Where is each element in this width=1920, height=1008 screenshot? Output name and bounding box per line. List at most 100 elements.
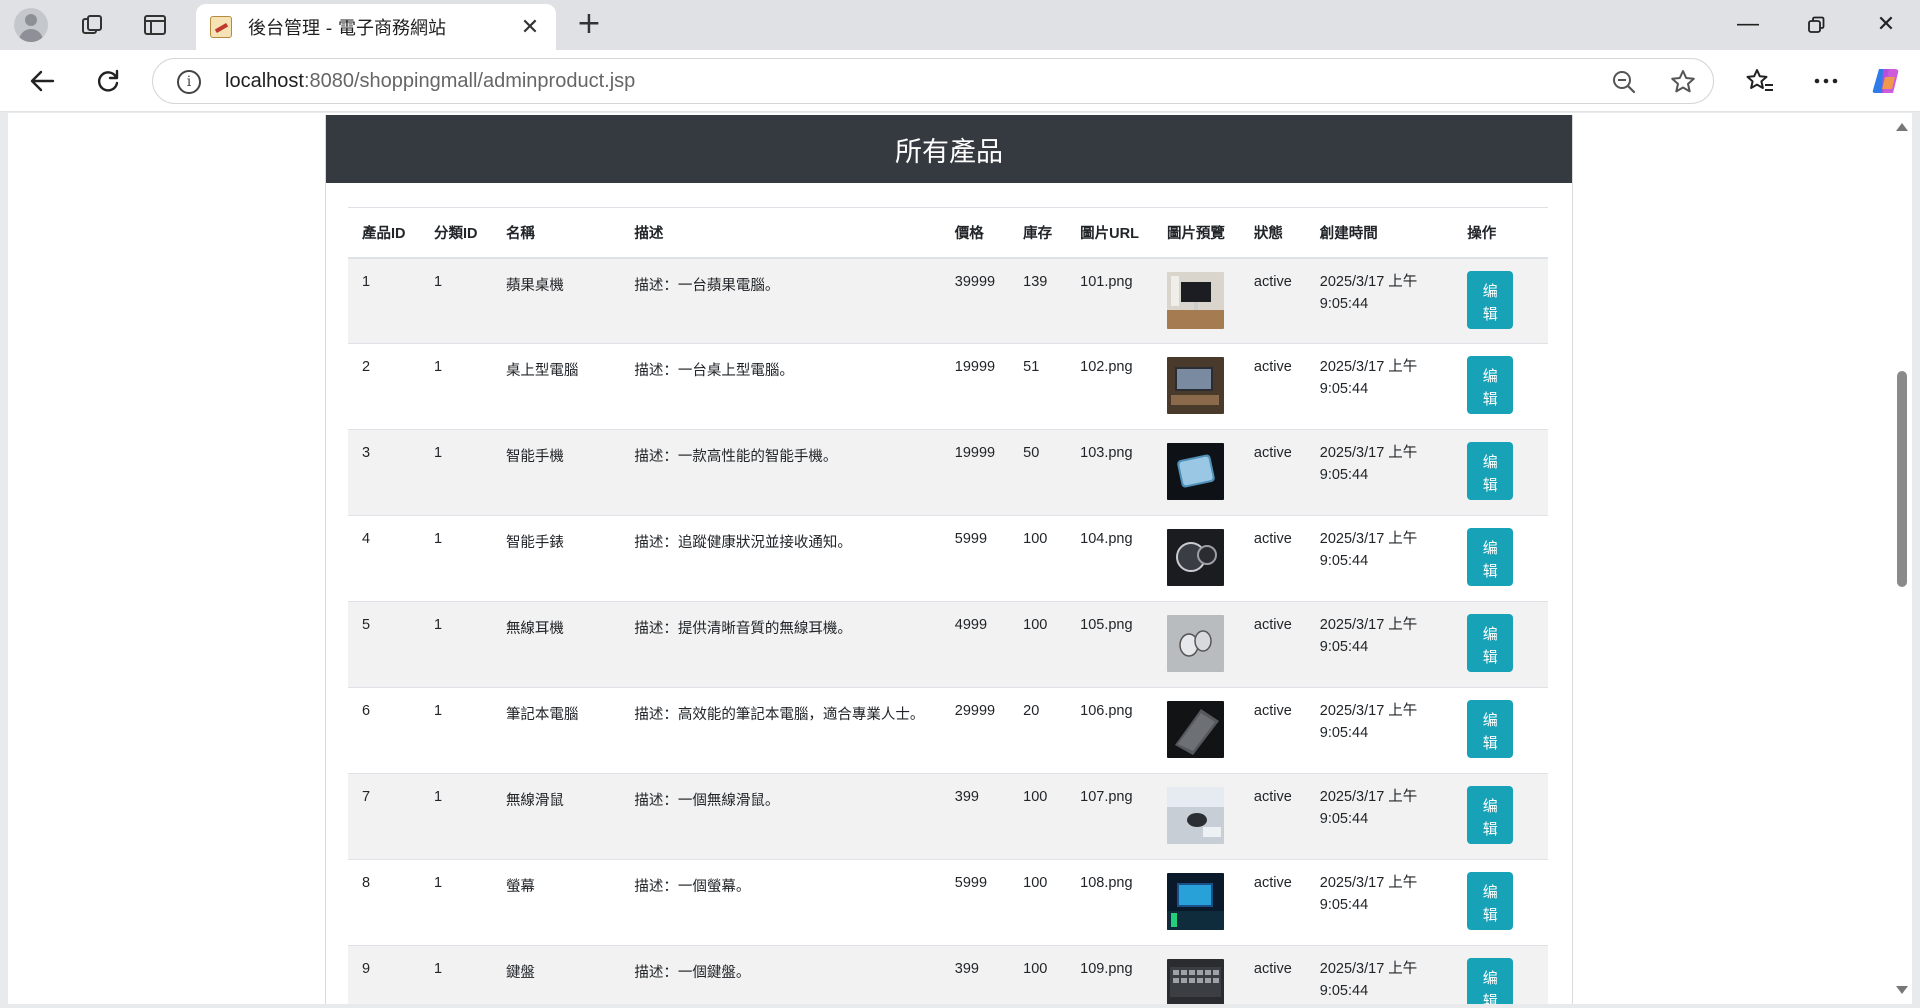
cell-name: 智能手機 [491,429,621,516]
created-clock-text: 9:05:44 [1319,381,1369,397]
back-icon[interactable] [22,62,62,100]
cell-image-preview [1152,687,1240,774]
edit-button[interactable]: 编辑 [1467,700,1514,758]
more-options-icon[interactable] [1806,62,1846,100]
zoom-out-icon[interactable] [1611,69,1637,99]
cell-status: active [1239,429,1306,516]
restore-icon[interactable] [1790,8,1842,42]
cell-actions: 编辑 [1453,945,1548,1004]
cell-actions: 编辑 [1453,515,1548,602]
favorite-star-icon[interactable] [1669,68,1697,100]
cell-product-id: 7 [348,773,420,860]
vertical-scrollbar[interactable] [1892,113,1912,1004]
scroll-up-arrow-icon[interactable] [1896,123,1908,131]
page-title: 所有產品 [326,115,1572,183]
tab-close-icon[interactable]: ✕ [518,15,542,40]
cell-price: 5999 [940,859,1010,946]
cell-stock: 100 [1009,859,1067,946]
cell-image-preview [1152,343,1240,430]
cell-name: 鍵盤 [491,945,621,1004]
product-image-thumbnail [1166,959,1224,1004]
reload-icon[interactable] [88,62,128,100]
cell-status: active [1239,859,1306,946]
cell-stock: 100 [1009,945,1067,1004]
cell-name: 蘋果桌機 [491,257,621,344]
table-row: 9 1 鍵盤 描述：一個鍵盤。 399 100 109.png active 2025/3/17… [348,945,1548,1004]
cell-created-time: 2025/3/17 上午 9:05:44 [1305,343,1454,430]
favorites-icon[interactable] [1740,62,1780,100]
active-tab[interactable]: 後台管理 - 電子商務網站 ✕ [196,4,556,50]
cell-description: 描述：一台蘋果電腦。 [620,257,941,344]
minimize-icon[interactable]: ― [1722,8,1774,42]
cell-stock: 20 [1009,687,1067,774]
product-table-body: 1 1 蘋果桌機 描述：一台蘋果電腦。 39999 139 101.png active 202… [348,257,1548,1004]
scrollbar-thumb[interactable] [1897,371,1907,587]
cell-created-time: 2025/3/17 上午 9:05:44 [1305,257,1454,344]
cell-image-preview [1152,859,1240,946]
table-header-row: 產品ID 分類ID 名稱 描述 價格 庫存 圖片URL 圖片預覽 狀態 創建時間… [348,207,1548,259]
copilot-icon[interactable] [1866,62,1906,100]
edit-button-label: 编辑 [1482,711,1498,752]
cell-created-time: 2025/3/17 上午 9:05:44 [1305,687,1454,774]
cell-image-url: 102.png [1066,343,1153,430]
close-window-icon[interactable]: ✕ [1860,8,1912,42]
product-image-thumbnail [1166,787,1224,844]
edit-button[interactable]: 编辑 [1467,442,1514,500]
edit-button[interactable]: 编辑 [1467,356,1514,414]
workspaces-icon[interactable] [74,7,112,43]
edit-button[interactable]: 编辑 [1467,958,1514,1004]
cell-name: 智能手錶 [491,515,621,602]
cell-description: 描述：一台桌上型電腦。 [620,343,941,430]
scroll-down-arrow-icon[interactable] [1896,986,1908,994]
vertical-tabs-icon[interactable] [136,7,174,43]
created-clock-text: 9:05:44 [1319,295,1369,312]
cell-price: 29999 [940,687,1010,774]
cell-image-url: 104.png [1066,515,1153,602]
header-image-preview: 圖片預覽 [1152,207,1240,259]
cell-category-id: 1 [419,257,492,344]
page-viewport: 所有產品 產品ID 分類ID 名稱 描述 價格 庫存 圖片URL 圖片預覽 狀態 [8,113,1892,1004]
edit-button[interactable]: 编辑 [1467,786,1514,844]
cell-price: 19999 [940,343,1010,430]
edit-button[interactable]: 编辑 [1467,528,1514,586]
new-tab-icon[interactable]: + [572,8,606,42]
created-date-text: 2025/3/17 上午 [1319,359,1418,375]
cell-created-time: 2025/3/17 上午 9:05:44 [1305,945,1454,1004]
cell-image-url: 105.png [1066,601,1153,688]
cell-image-url: 107.png [1066,773,1153,860]
edit-button[interactable]: 编辑 [1467,614,1514,672]
cell-name: 無線滑鼠 [491,773,621,860]
cell-category-id: 1 [419,773,492,860]
cell-product-id: 2 [348,343,420,430]
cell-description: 描述：提供清晰音質的無線耳機。 [620,601,941,688]
cell-stock: 100 [1009,773,1067,860]
cell-status: active [1239,773,1306,860]
cell-price: 5999 [940,515,1010,602]
product-image-thumbnail [1166,873,1224,930]
cell-description: 描述：一個螢幕。 [620,859,941,946]
site-info-icon[interactable]: i [177,70,201,94]
edit-button[interactable]: 编辑 [1467,270,1514,329]
cell-created-time: 2025/3/17 上午 9:05:44 [1305,515,1454,602]
cell-created-time: 2025/3/17 上午 9:05:44 [1305,773,1454,860]
product-image-thumbnail [1166,271,1224,329]
cell-description: 描述：高效能的筆記本電腦，適合專業人士。 [620,687,941,774]
table-row: 3 1 智能手機 描述：一款高性能的智能手機。 19999 50 103.png active… [348,429,1548,516]
cell-product-id: 5 [348,601,420,688]
address-bar[interactable]: i localhost:8080/shoppingmall/adminprodu… [152,58,1714,104]
cell-image-preview [1152,773,1240,860]
edit-button-label: 编辑 [1482,625,1498,666]
cell-actions: 编辑 [1453,601,1548,688]
edit-button[interactable]: 编辑 [1467,872,1514,930]
table-row: 4 1 智能手錶 描述：追蹤健康狀況並接收通知。 5999 100 104.png activ… [348,515,1548,602]
cell-price: 4999 [940,601,1010,688]
cell-stock: 50 [1009,429,1067,516]
cell-actions: 编辑 [1453,429,1548,516]
url-text[interactable]: localhost:8080/shoppingmall/adminproduct… [225,70,635,93]
profile-avatar-icon[interactable] [14,8,48,42]
table-row: 6 1 筆記本電腦 描述：高效能的筆記本電腦，適合專業人士。 29999 20 106.pn… [348,687,1548,774]
cell-name: 桌上型電腦 [491,343,621,430]
cell-price: 399 [940,773,1010,860]
created-date-text: 2025/3/17 上午 [1319,531,1418,547]
created-clock-text: 9:05:44 [1319,553,1369,569]
